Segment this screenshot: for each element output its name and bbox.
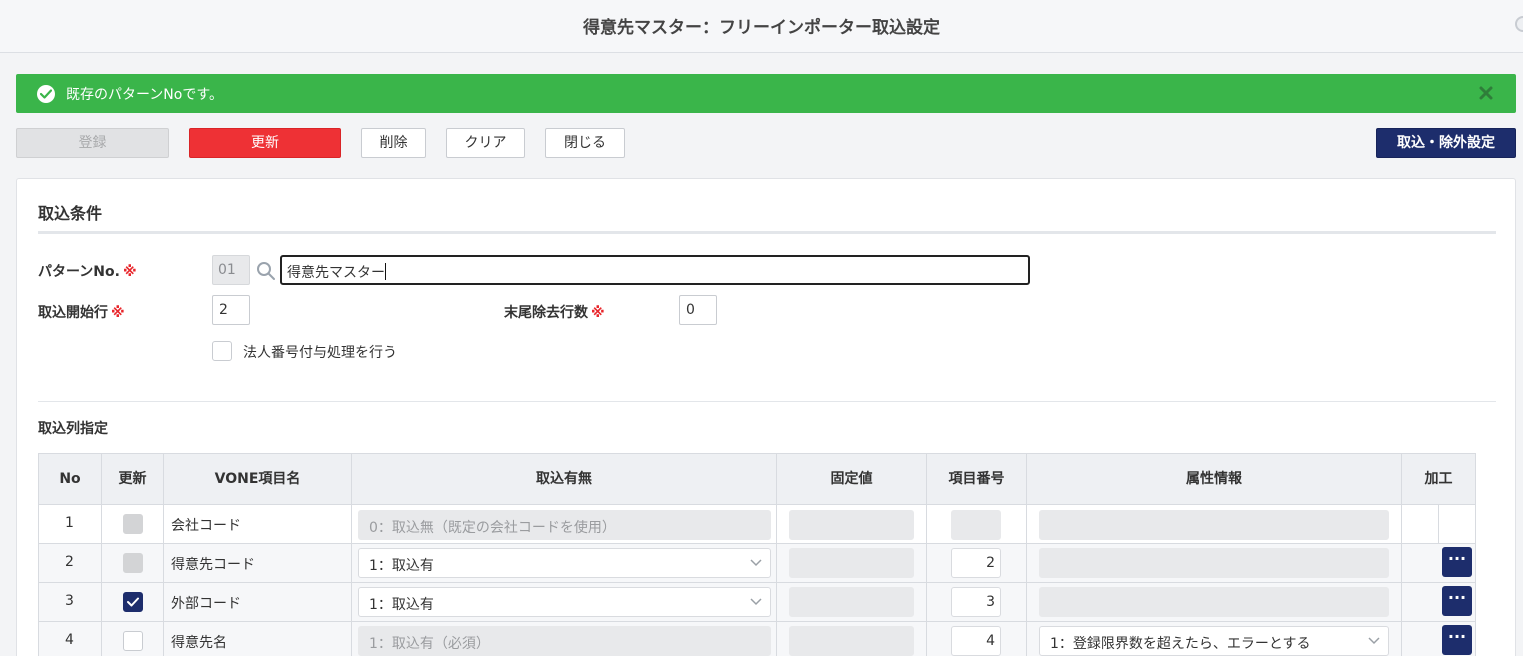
check-icon (127, 597, 139, 607)
row-no: 3 (65, 593, 74, 609)
fixed-value-input (789, 548, 914, 578)
vone-item-name: 外部コード (171, 596, 241, 612)
attribute-select (1039, 587, 1389, 617)
column-spec-title: 取込列指定 (38, 421, 108, 437)
chevron-down-icon (750, 598, 762, 606)
fixed-value-input (789, 626, 914, 656)
header-no: No (39, 454, 102, 504)
attribute-select (1039, 510, 1389, 540)
header-import: 取込有無 (352, 454, 777, 504)
row-no: 1 (65, 515, 74, 531)
header-item-no: 項目番号 (927, 454, 1027, 504)
update-checkbox[interactable] (123, 592, 143, 612)
vone-item-name: 得意先名 (171, 635, 227, 651)
check-circle-icon (37, 85, 55, 103)
alert-message: 既存のパターンNoです。 (66, 87, 223, 103)
import-settings-panel: 取込条件 パターンNo. ※ 01 得意先マスター 取込開始行 ※ 2 末尾除去行数… (16, 178, 1516, 656)
text-caret (385, 263, 386, 280)
table-row: 2 得意先コード 1：取込有 2 ··· (38, 544, 1476, 583)
update-checkbox (123, 514, 143, 534)
header-fixed-value: 固定値 (777, 454, 927, 504)
search-icon[interactable] (256, 261, 276, 281)
section-divider (38, 231, 1496, 234)
item-no-input[interactable]: 4 (951, 626, 1001, 656)
close-button[interactable]: 閉じる (545, 128, 625, 158)
window-title: 得意先マスター：フリーインポーター取込設定 (583, 18, 940, 38)
attribute-select[interactable]: 1：登録限界数を超えたら、エラーとする (1039, 626, 1389, 656)
vone-item-name: 会社コード (171, 518, 241, 534)
processing-more-button[interactable]: ··· (1442, 625, 1472, 655)
required-mark: ※ (122, 264, 137, 280)
table-header: No 更新 VONE項目名 取込有無 固定値 項目番号 属性情報 加工 (38, 453, 1476, 505)
update-checkbox (123, 553, 143, 573)
divider (38, 401, 1496, 402)
import-select[interactable]: 1：取込有 (358, 587, 771, 617)
tail-rows-label: 末尾除去行数 ※ (504, 302, 605, 322)
pattern-name-input[interactable]: 得意先マスター (280, 255, 1030, 285)
item-no-input[interactable]: 3 (951, 587, 1001, 617)
section-title: 取込条件 (38, 204, 103, 223)
table-row: 4 得意先名 1：取込有（必須） 4 1：登録限界数を超えたら、エラーとする ·… (38, 622, 1476, 656)
corp-number-checkbox[interactable] (212, 341, 232, 361)
table-row: 1 会社コード 0：取込無（既定の会社コードを使用） (38, 505, 1476, 544)
attribute-select (1039, 548, 1389, 578)
header-attribute: 属性情報 (1027, 454, 1402, 504)
pattern-no-label-text: パターンNo. (38, 264, 120, 280)
pattern-no-label: パターンNo. ※ (38, 261, 137, 281)
vone-item-name: 得意先コード (171, 557, 255, 573)
start-row-label: 取込開始行 ※ (38, 302, 125, 322)
table-row: 3 外部コード 1：取込有 3 ··· (38, 583, 1476, 622)
tail-rows-label-text: 末尾除去行数 (504, 305, 588, 321)
clear-button[interactable]: クリア (446, 128, 525, 158)
import-select-value: 1：取込有 (369, 558, 434, 574)
close-icon[interactable] (1476, 83, 1496, 103)
chevron-down-icon (1368, 637, 1380, 645)
success-alert: 既存のパターンNoです。 (16, 74, 1516, 113)
update-checkbox[interactable] (123, 631, 143, 651)
chevron-down-icon (750, 559, 762, 567)
header-update: 更新 (102, 454, 164, 504)
start-row-label-text: 取込開始行 (38, 305, 108, 321)
pattern-no-field: 01 (212, 255, 250, 285)
required-mark: ※ (591, 305, 605, 321)
delete-button[interactable]: 削除 (361, 128, 426, 158)
import-select[interactable]: 1：取込有 (358, 548, 771, 578)
tail-rows-input[interactable]: 0 (679, 295, 717, 325)
processing-more-button[interactable]: ··· (1442, 586, 1472, 616)
import-select: 0：取込無（既定の会社コードを使用） (358, 510, 771, 540)
window-titlebar: 得意先マスター：フリーインポーター取込設定 (0, 0, 1523, 53)
fixed-value-input (789, 510, 914, 540)
import-exclude-settings-button[interactable]: 取込・除外設定 (1376, 128, 1516, 158)
import-select-value: 1：取込有 (369, 597, 434, 613)
fixed-value-input (789, 587, 914, 617)
row-no: 4 (65, 632, 74, 648)
header-vone-item: VONE項目名 (164, 454, 352, 504)
update-button[interactable]: 更新 (189, 128, 341, 158)
item-no-input[interactable]: 2 (951, 548, 1001, 578)
item-no-input (951, 510, 1001, 540)
register-button[interactable]: 登録 (16, 128, 169, 158)
start-row-input[interactable]: 2 (212, 295, 250, 325)
required-mark: ※ (111, 305, 125, 321)
import-select: 1：取込有（必須） (358, 626, 771, 656)
processing-more-button[interactable]: ··· (1442, 547, 1472, 577)
pattern-name-value: 得意先マスター (287, 265, 385, 281)
header-processing: 加工 (1424, 471, 1453, 487)
attribute-select-value: 1：登録限界数を超えたら、エラーとする (1050, 636, 1311, 652)
row-no: 2 (65, 554, 74, 570)
corp-number-label: 法人番号付与処理を行う (243, 345, 397, 361)
